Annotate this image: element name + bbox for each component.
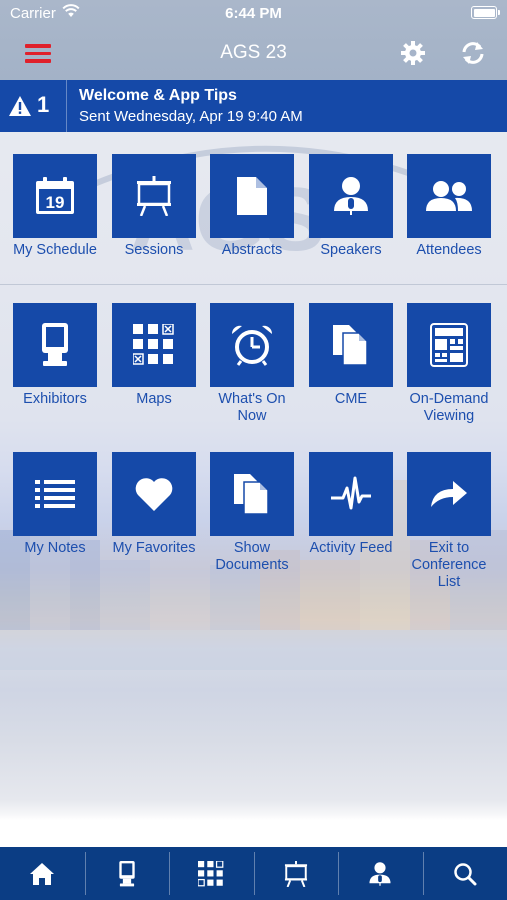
tile-sessions[interactable]: Sessions bbox=[104, 154, 204, 259]
top-bar: Carrier 6:44 PM AGS 23 bbox=[0, 0, 507, 80]
map-grid-icon bbox=[133, 324, 174, 365]
alert-divider bbox=[66, 80, 67, 132]
tile-label: Maps bbox=[136, 391, 172, 407]
tab-speakers[interactable] bbox=[338, 847, 423, 900]
tab-maps[interactable] bbox=[169, 847, 254, 900]
tile-label: Abstracts bbox=[221, 242, 283, 258]
on-demand-icon bbox=[430, 323, 468, 367]
row-divider bbox=[0, 284, 507, 285]
alert-subtitle: Sent Wednesday, Apr 19 9:40 AM bbox=[79, 108, 303, 125]
tile-my-notes[interactable]: My Notes bbox=[5, 452, 105, 557]
speaker-icon bbox=[369, 861, 391, 886]
status-bar: Carrier 6:44 PM bbox=[0, 0, 507, 28]
tile-whats-on-now[interactable]: What's On Now bbox=[202, 303, 302, 425]
tab-search[interactable] bbox=[422, 847, 507, 900]
alarm-clock-icon bbox=[231, 325, 273, 366]
kiosk-icon bbox=[119, 860, 135, 886]
status-time: 6:44 PM bbox=[225, 5, 282, 22]
battery-icon bbox=[471, 6, 500, 19]
tile-attendees[interactable]: Attendees bbox=[399, 154, 499, 259]
bottom-tab-bar bbox=[0, 847, 507, 900]
warning-icon bbox=[9, 96, 31, 116]
tile-label: Attendees bbox=[416, 242, 482, 258]
easel-icon bbox=[284, 860, 307, 887]
tile-speakers[interactable]: Speakers bbox=[301, 154, 401, 259]
documents-icon bbox=[234, 474, 269, 514]
easel-icon bbox=[137, 176, 171, 216]
tile-label: My Notes bbox=[24, 540, 86, 556]
pulse-icon bbox=[331, 476, 371, 510]
heart-icon bbox=[135, 478, 173, 511]
search-icon bbox=[454, 862, 477, 885]
tile-label: Sessions bbox=[124, 242, 184, 258]
tile-exhibitors[interactable]: Exhibitors bbox=[5, 303, 105, 408]
refresh-icon[interactable] bbox=[460, 40, 486, 66]
tile-label: My Schedule bbox=[13, 242, 97, 258]
tile-show-documents[interactable]: Show Documents bbox=[202, 452, 302, 574]
alert-count: 1 bbox=[37, 92, 50, 117]
tile-label: Exhibitors bbox=[23, 391, 87, 407]
tile-label: Show Documents bbox=[215, 540, 289, 573]
tile-cme[interactable]: CME bbox=[301, 303, 401, 408]
tile-activity-feed[interactable]: Activity Feed bbox=[301, 452, 401, 557]
share-arrow-icon bbox=[431, 481, 467, 507]
list-icon bbox=[35, 480, 75, 508]
tile-my-schedule[interactable]: 19 My Schedule bbox=[5, 154, 105, 259]
tile-label: CME bbox=[334, 391, 368, 407]
tile-on-demand-viewing[interactable]: On-Demand Viewing bbox=[399, 303, 499, 425]
tile-label: My Favorites bbox=[112, 540, 196, 556]
calendar-icon: 19 bbox=[36, 177, 74, 214]
tile-label: Speakers bbox=[320, 242, 382, 258]
tab-sessions[interactable] bbox=[253, 847, 339, 900]
kiosk-icon bbox=[42, 323, 68, 366]
tile-my-favorites[interactable]: My Favorites bbox=[104, 452, 204, 557]
home-icon bbox=[30, 862, 55, 885]
tile-label: Exit to Conference List bbox=[411, 540, 487, 590]
calendar-day: 19 bbox=[46, 193, 65, 212]
page-title: AGS 23 bbox=[220, 42, 287, 63]
document-icon bbox=[237, 177, 267, 215]
nav-bar: AGS 23 bbox=[0, 30, 507, 80]
tile-abstracts[interactable]: Abstracts bbox=[202, 154, 302, 259]
tile-maps[interactable]: Maps bbox=[104, 303, 204, 408]
map-grid-icon bbox=[198, 860, 224, 886]
tab-exhibitors[interactable] bbox=[84, 847, 170, 900]
tile-label: On-Demand Viewing bbox=[409, 391, 489, 424]
gear-icon[interactable] bbox=[400, 40, 426, 66]
announcement-banner[interactable]: 1 Welcome & App Tips Sent Wednesday, Apr… bbox=[0, 80, 507, 132]
alert-title: Welcome & App Tips bbox=[79, 87, 237, 104]
documents-icon bbox=[333, 325, 368, 365]
tab-home[interactable] bbox=[0, 847, 85, 900]
people-icon bbox=[426, 181, 472, 211]
tile-label: What's On Now bbox=[218, 391, 286, 424]
tile-label: Activity Feed bbox=[309, 540, 393, 556]
tile-exit-to-conference-list[interactable]: Exit to Conference List bbox=[399, 452, 499, 591]
speaker-icon bbox=[334, 177, 368, 215]
